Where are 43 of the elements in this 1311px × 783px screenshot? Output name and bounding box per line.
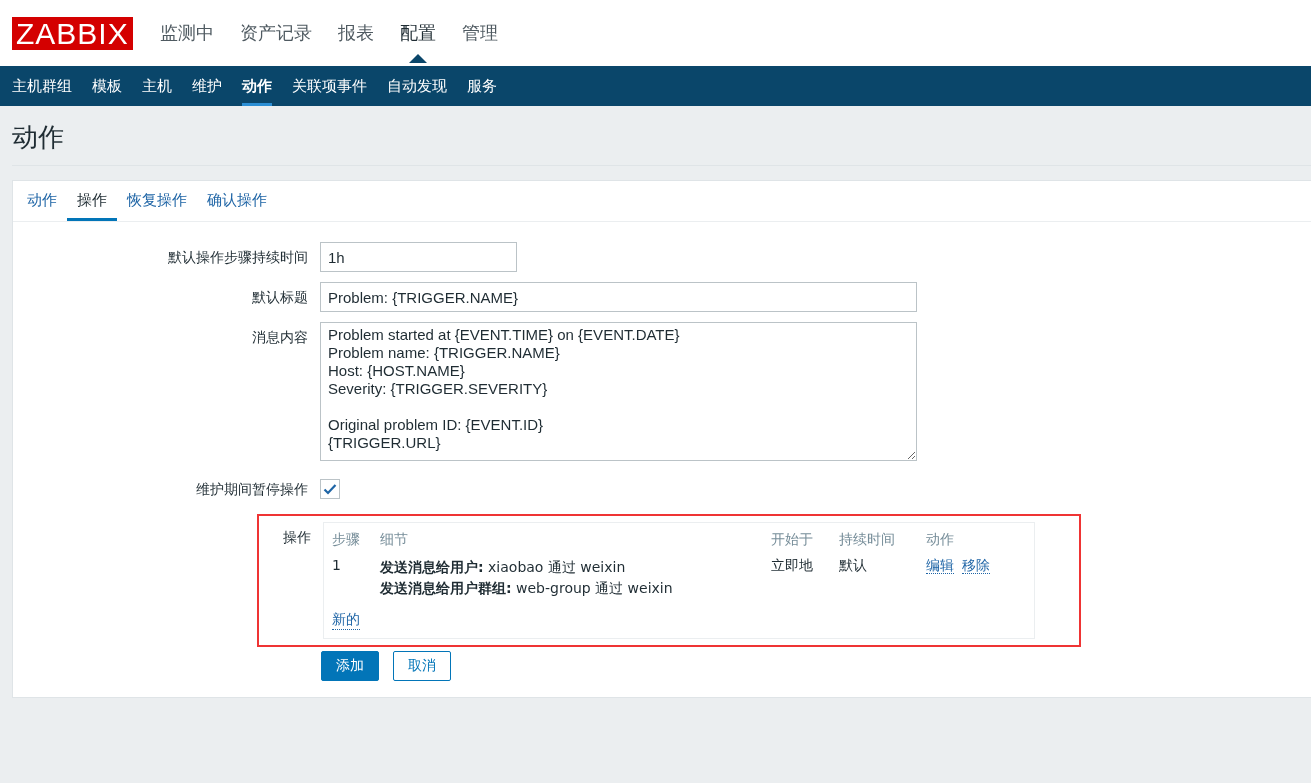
field-label: 维护期间暂停操作 bbox=[195, 480, 309, 499]
tab[interactable]: 动作 bbox=[17, 181, 67, 221]
menu-item[interactable]: 资产记录 bbox=[226, 3, 325, 63]
operation-detail: 发送消息给用户: xiaobao 通过 weixin bbox=[380, 558, 627, 577]
cancel-button[interactable]: 取消 bbox=[393, 651, 451, 681]
field-label: 默认操作步骤持续时间 bbox=[167, 248, 309, 267]
submenu-item[interactable]: 主机群组 bbox=[2, 66, 82, 106]
submenu-item[interactable]: 自动发现 bbox=[377, 66, 457, 106]
field-label: 消息内容 bbox=[251, 328, 309, 347]
column-header: 开始于 bbox=[771, 527, 839, 555]
column-header: 细节 bbox=[380, 527, 771, 555]
column-header: 动作 bbox=[926, 530, 955, 549]
field-label: 操作 bbox=[282, 528, 312, 547]
action-link[interactable]: 编辑 bbox=[926, 557, 954, 574]
menu-item[interactable]: 配置 bbox=[386, 3, 449, 63]
menu-item[interactable]: 报表 bbox=[324, 3, 387, 63]
column-header: 步骤 bbox=[332, 527, 380, 555]
tab[interactable]: 确认操作 bbox=[197, 181, 277, 221]
add-button[interactable]: 添加 bbox=[321, 651, 379, 681]
submenu-item[interactable]: 模板 bbox=[82, 66, 132, 106]
page-title: 动作 bbox=[12, 106, 1311, 166]
submenu-item[interactable]: 关联项事件 bbox=[282, 66, 377, 106]
message-textarea[interactable]: Problem started at {EVENT.TIME} on {EVENT.DATE} Problem name: {TRIGGER.NAME} Host: {HOST.NAME} Severity: {TRIGGER.SEVERITY} Original problem ID: {EVENT.ID} {TRIGGER.URL} bbox=[320, 322, 917, 461]
submenu-item[interactable]: 服务 bbox=[457, 66, 507, 106]
column-header: 持续时间 bbox=[839, 527, 926, 555]
operation-detail: 发送消息给用户群组: web-group 通过 weixin bbox=[380, 579, 674, 598]
submenu-item[interactable]: 维护 bbox=[182, 66, 232, 106]
field-label: 默认标题 bbox=[251, 288, 309, 307]
checkbox[interactable] bbox=[320, 479, 340, 499]
logo[interactable]: ZABBIX bbox=[12, 16, 133, 50]
new-link[interactable]: 新的 bbox=[332, 611, 360, 630]
table-cell: 立即地 bbox=[771, 555, 839, 601]
submenu-item[interactable]: 动作 bbox=[232, 66, 282, 106]
table-cell: 1 bbox=[332, 555, 380, 601]
text-field[interactable]: 1h bbox=[320, 242, 517, 272]
submenu-item[interactable]: 主机 bbox=[132, 66, 182, 106]
menu-item[interactable]: 监测中 bbox=[146, 3, 227, 63]
action-link[interactable]: 移除 bbox=[962, 557, 990, 574]
menu-item[interactable]: 管理 bbox=[448, 3, 511, 63]
tab[interactable]: 操作 bbox=[67, 181, 117, 221]
tab[interactable]: 恢复操作 bbox=[117, 181, 197, 221]
text-field[interactable]: Problem: {TRIGGER.NAME} bbox=[320, 282, 917, 312]
table-cell: 默认 bbox=[839, 555, 926, 601]
